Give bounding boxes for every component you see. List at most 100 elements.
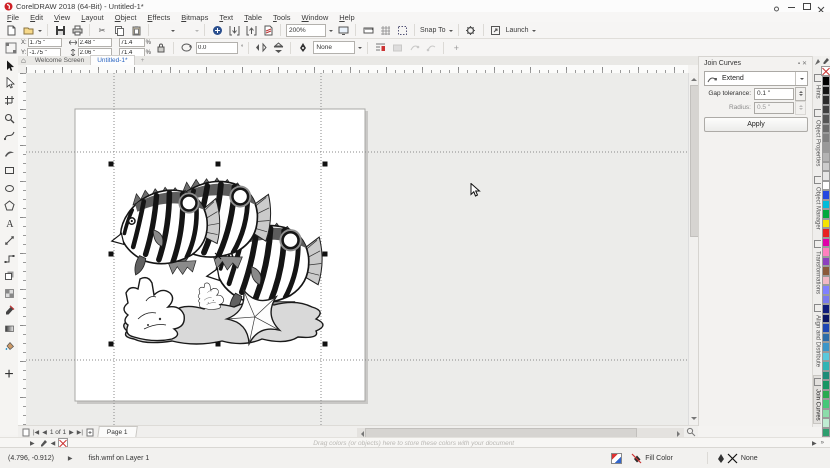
docker-close-icon[interactable]: ✕ [802,61,809,67]
color-swatch[interactable] [822,295,830,305]
minimize-button[interactable] [786,2,798,10]
wrap-text-icon[interactable] [373,41,387,54]
color-swatch[interactable] [822,105,830,115]
tab-untitled-document[interactable]: Untitled-1* [90,55,134,65]
mirror-vertical-icon[interactable] [271,41,285,54]
join-mode-combo[interactable]: Extend [704,71,808,86]
ellipse-tool[interactable] [2,182,16,195]
paste-icon[interactable] [129,24,143,37]
print-icon[interactable] [70,24,84,37]
color-swatch[interactable] [822,323,830,333]
scroll-right-icon[interactable] [677,431,683,437]
color-swatch[interactable] [822,257,830,267]
gap-tolerance-input[interactable]: 0.1 " [754,88,794,100]
drawing-canvas[interactable] [26,73,688,425]
join-mode-dropdown-icon[interactable] [795,72,807,85]
color-swatch[interactable] [822,209,830,219]
cut-icon[interactable]: ✂ [95,24,109,37]
zoom-scrollbar-icon[interactable] [686,427,696,437]
menu-item[interactable]: Window [302,13,329,22]
object-width-input[interactable] [78,38,112,47]
smart-fill-tool[interactable] [2,339,16,352]
color-swatch[interactable] [822,228,830,238]
search-content-icon[interactable] [210,24,224,37]
color-swatch[interactable] [822,162,830,172]
menu-item[interactable]: File [7,13,19,22]
maximize-button[interactable] [801,2,813,10]
scroll-left-icon[interactable] [358,431,364,437]
color-swatch[interactable] [822,285,830,295]
menu-item[interactable]: Bitmaps [181,13,208,22]
fullscreen-preview-icon[interactable] [336,24,350,37]
scale-h-input[interactable] [119,38,145,47]
zoom-dropdown-icon[interactable] [329,30,333,34]
dimension-tool[interactable] [2,234,16,247]
color-swatch[interactable] [822,76,830,86]
menu-item[interactable]: Layout [81,13,104,22]
apply-button[interactable]: Apply [704,117,808,132]
outline-width-dropdown-icon[interactable] [358,47,362,51]
lock-ratio-icon[interactable] [154,41,168,54]
menu-item[interactable]: Help [339,13,354,22]
color-swatch[interactable] [822,276,830,286]
color-swatch[interactable] [822,171,830,181]
options-gear-icon[interactable] [464,24,478,37]
color-swatch[interactable] [822,409,830,419]
show-rulers-icon[interactable] [361,24,375,37]
scroll-down-icon[interactable] [691,417,697,423]
interactive-fill-tool[interactable] [2,322,16,335]
add-tool-plus-icon[interactable]: + [2,369,16,382]
shape-tool[interactable] [2,77,16,90]
color-swatch[interactable] [822,266,830,276]
no-color-swatch[interactable] [821,66,830,76]
scroll-up-icon[interactable] [691,75,697,81]
color-swatch[interactable] [822,238,830,248]
add-page-icon[interactable] [86,428,94,437]
launch-dropdown-icon[interactable] [532,30,536,34]
mirror-horizontal-icon[interactable] [254,41,268,54]
page-setup-icon[interactable] [22,428,30,437]
color-swatch[interactable] [822,371,830,381]
color-swatch[interactable] [822,333,830,343]
snap-to-dropdown-icon[interactable] [449,30,453,34]
customize-plus-icon[interactable]: + [449,41,463,54]
open-dropdown-icon[interactable] [38,30,42,34]
zoom-level-combo[interactable]: 200% [286,24,326,37]
show-grid-icon[interactable] [378,24,392,37]
color-swatch[interactable] [822,114,830,124]
color-swatch[interactable] [822,86,830,96]
show-guidelines-icon[interactable] [395,24,409,37]
launch-button[interactable]: Launch [506,27,529,34]
open-folder-icon[interactable] [21,24,35,37]
copy-icon[interactable] [112,24,126,37]
menu-item[interactable]: Effects [147,13,170,22]
drop-shadow-tool[interactable] [2,269,16,282]
new-tab-plus-icon[interactable]: + [135,56,151,65]
welcome-home-icon[interactable]: ⌂ [18,56,29,65]
doc-palette-flyout-icon[interactable]: » [821,440,824,446]
rectangle-tool[interactable] [2,164,16,177]
undo-dropdown-icon[interactable] [171,30,175,34]
polygon-tool[interactable] [2,199,16,212]
transparency-tool[interactable] [2,287,16,300]
launch-icon[interactable] [489,24,503,37]
publish-pdf-icon[interactable] [261,24,275,37]
doc-palette-scroll-right-icon[interactable]: ▶ [812,440,817,447]
zoom-tool[interactable] [2,112,16,125]
doc-palette-scroll-left-icon[interactable]: ◀ [51,440,56,447]
tab-welcome-screen[interactable]: Welcome Screen [29,56,90,65]
color-eyedropper-tool[interactable] [2,304,16,317]
color-swatch[interactable] [822,342,830,352]
color-swatch[interactable] [822,219,830,229]
color-swatch[interactable] [822,190,830,200]
color-swatch[interactable] [822,418,830,428]
pick-tool[interactable] [2,59,16,72]
color-swatch[interactable] [822,143,830,153]
x-position-input[interactable] [28,38,62,47]
import-icon[interactable] [227,24,241,37]
color-swatch[interactable] [822,152,830,162]
menu-item[interactable]: Edit [30,13,43,22]
color-swatch[interactable] [822,399,830,409]
color-swatch[interactable] [822,390,830,400]
previous-page-icon[interactable]: ◀ [42,429,47,436]
